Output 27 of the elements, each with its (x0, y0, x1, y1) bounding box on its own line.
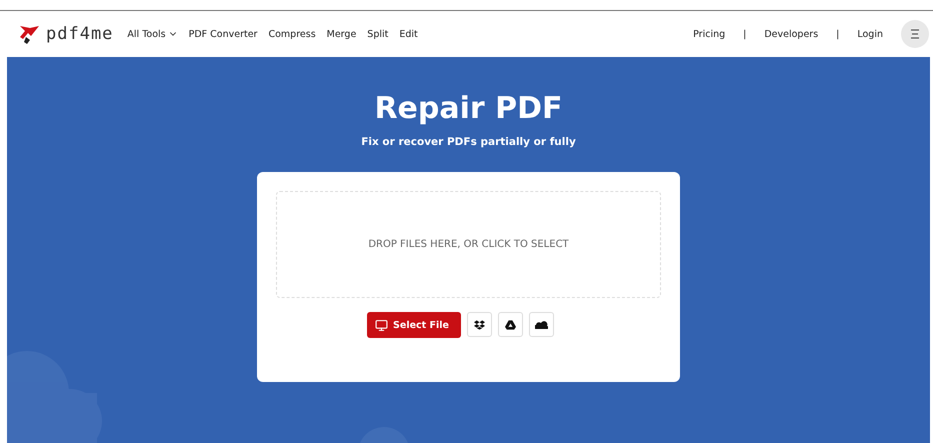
nav-link[interactable]: Login (857, 28, 883, 40)
triangle-logo-icon (504, 320, 516, 330)
source-button[interactable] (466, 312, 492, 337)
nav-link[interactable]: Merge (326, 28, 356, 40)
source-button[interactable] (498, 312, 523, 337)
page-title: Repair PDF (374, 91, 563, 126)
nav-link[interactable]: Developers (764, 28, 818, 40)
nav-link[interactable]: Pricing (693, 28, 726, 40)
menu-icon (910, 29, 920, 39)
nav-link[interactable]: Split (367, 28, 388, 40)
monitor-icon (375, 318, 388, 332)
menu-button[interactable] (901, 20, 929, 48)
nav-link[interactable]: PDF Converter (188, 28, 258, 40)
drop-text: DROP FILES HERE, OR CLICK TO SELECT (368, 239, 569, 250)
dropbox-icon (474, 320, 485, 330)
nav-link[interactable]: Edit (399, 28, 418, 40)
logo-icon (18, 24, 40, 44)
separator: | (743, 28, 746, 40)
nav-link[interactable]: All Tools (127, 28, 178, 40)
source-button[interactable] (528, 312, 554, 337)
page-subtitle: Fix or recover PDFs partially or fully (361, 136, 576, 148)
nav-link[interactable]: Compress (268, 28, 316, 40)
separator: | (836, 28, 840, 40)
select-file-button[interactable]: Select File (367, 312, 461, 338)
brand-name: pdf4me (46, 24, 114, 44)
drop-zone[interactable]: DROP FILES HERE, OR CLICK TO SELECT (276, 191, 661, 298)
cloud-icon (534, 320, 548, 328)
